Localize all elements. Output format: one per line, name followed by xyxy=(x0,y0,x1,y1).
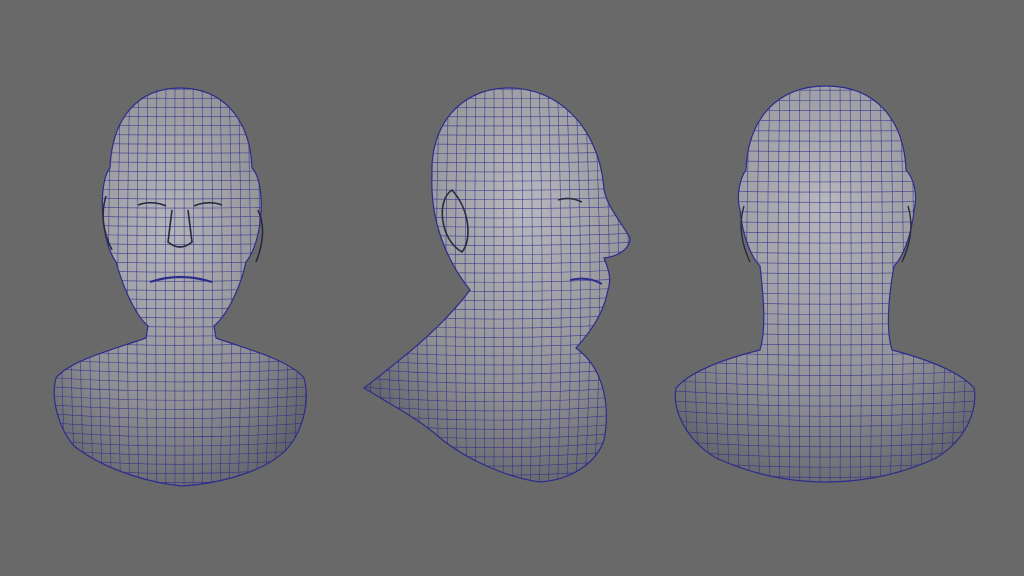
wire-line-vertical xyxy=(350,80,359,500)
viewport-canvas[interactable] xyxy=(0,0,1024,576)
wire-line-vertical xyxy=(364,87,369,482)
wire-line-vertical xyxy=(653,80,661,500)
wire-line-horizontal xyxy=(40,494,320,501)
wire-line-horizontal xyxy=(350,485,640,494)
wire-line-horizontal xyxy=(364,475,630,482)
wire-line-vertical xyxy=(319,80,326,500)
wire-line-vertical xyxy=(990,80,998,500)
wire-line-horizontal xyxy=(660,490,990,498)
wire-line-vertical xyxy=(610,87,620,482)
wire-line-vertical xyxy=(663,80,670,500)
wire-line-vertical xyxy=(368,87,378,482)
wire-line-vertical xyxy=(980,80,987,500)
head-mesh-side-view[interactable] xyxy=(340,80,648,503)
wire-line-horizontal xyxy=(660,500,990,508)
3d-viewport[interactable] xyxy=(0,0,1024,576)
wire-line-vertical xyxy=(387,87,396,482)
wire-line-vertical xyxy=(60,88,68,486)
wire-line-vertical xyxy=(675,86,681,482)
wire-line-horizontal xyxy=(350,494,640,503)
wire-line-vertical xyxy=(683,86,691,482)
wire-line-vertical xyxy=(300,88,307,486)
wire-line-vertical xyxy=(397,87,405,482)
wire-line-vertical xyxy=(33,80,41,500)
wire-line-vertical xyxy=(628,87,630,482)
wire-line-vertical xyxy=(407,87,414,482)
wire-line-vertical xyxy=(959,86,967,482)
head-mesh-front-view[interactable] xyxy=(33,80,327,501)
wire-line-vertical xyxy=(340,80,350,500)
wire-line-vertical xyxy=(969,86,975,482)
wire-line-vertical xyxy=(42,80,49,500)
wire-line-vertical xyxy=(54,88,59,486)
mesh-surface xyxy=(54,88,307,486)
wire-line-vertical xyxy=(426,87,432,482)
wire-line-vertical xyxy=(310,80,317,500)
wire-line-vertical xyxy=(378,87,387,482)
wire-line-vertical xyxy=(638,80,648,500)
head-mesh-back-view[interactable] xyxy=(653,80,998,508)
wire-line-vertical xyxy=(416,87,423,482)
wire-line-vertical xyxy=(619,87,629,482)
